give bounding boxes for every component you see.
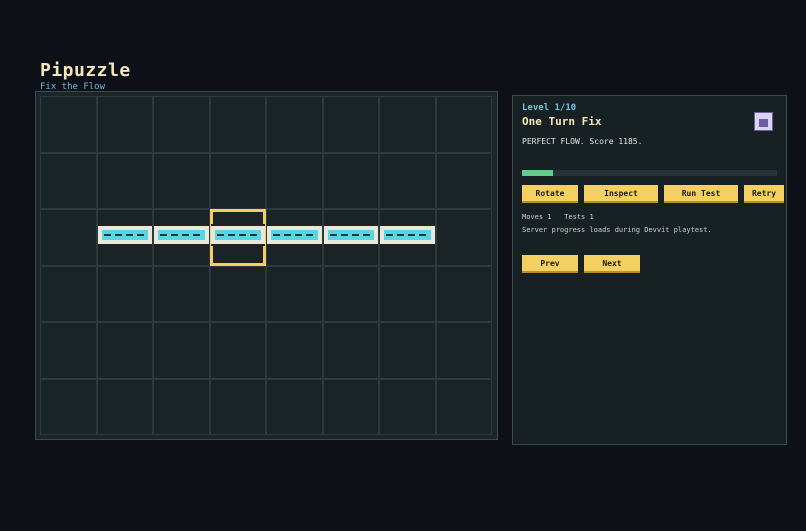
grid-cell[interactable] [209, 152, 266, 209]
selected-grid-cell[interactable] [209, 209, 266, 266]
status-message: PERFECT FLOW. Score 1185. [522, 137, 643, 146]
progress-bar [522, 170, 777, 176]
grid-cell[interactable] [209, 96, 266, 153]
grid-cell[interactable] [379, 378, 436, 435]
prev-button[interactable]: Prev [522, 255, 578, 271]
next-button[interactable]: Next [584, 255, 640, 271]
robot-avatar-icon [754, 112, 773, 131]
grid-cell[interactable] [96, 322, 153, 379]
straight-pipe-tile [97, 224, 152, 246]
grid-cell[interactable] [40, 378, 97, 435]
grid-cell[interactable] [96, 209, 153, 266]
grid-cell[interactable] [96, 265, 153, 322]
grid-cell[interactable] [266, 322, 323, 379]
grid-cell[interactable] [96, 96, 153, 153]
level-name: One Turn Fix [522, 115, 602, 128]
grid-cell[interactable] [435, 265, 492, 322]
grid-cell[interactable] [379, 322, 436, 379]
grid-cell[interactable] [322, 96, 379, 153]
side-panel: Level 1/10 One Turn Fix PERFECT FLOW. Sc… [512, 95, 787, 445]
grid-cell[interactable] [266, 378, 323, 435]
grid-cell[interactable] [40, 322, 97, 379]
grid-cell[interactable] [153, 322, 210, 379]
grid-cell[interactable] [40, 152, 97, 209]
grid-cell[interactable] [322, 322, 379, 379]
grid-cell[interactable] [40, 96, 97, 153]
grid-cell[interactable] [153, 378, 210, 435]
server-note: Server progress loads during Devvit play… [522, 226, 712, 234]
progress-fill [522, 170, 553, 176]
grid-cell[interactable] [435, 152, 492, 209]
grid-cell[interactable] [379, 96, 436, 153]
grid-cell[interactable] [96, 152, 153, 209]
grid-cell[interactable] [96, 378, 153, 435]
grid-cell[interactable] [322, 265, 379, 322]
retry-button[interactable]: Retry [744, 185, 784, 201]
puzzle-board [35, 91, 498, 440]
grid-cell[interactable] [209, 322, 266, 379]
grid-cell[interactable] [322, 209, 379, 266]
grid-cell[interactable] [40, 209, 97, 266]
grid-cell[interactable] [153, 96, 210, 153]
grid-cell[interactable] [435, 322, 492, 379]
tests-count: Tests 1 [564, 213, 594, 221]
grid-cell[interactable] [379, 265, 436, 322]
straight-pipe-tile [210, 224, 265, 246]
grid-cell[interactable] [435, 378, 492, 435]
grid-cell[interactable] [322, 378, 379, 435]
game-title: Pipuzzle [40, 60, 131, 81]
straight-pipe-tile [154, 224, 209, 246]
run-test-button[interactable]: Run Test [664, 185, 738, 201]
grid-cell[interactable] [153, 265, 210, 322]
grid-cell[interactable] [266, 152, 323, 209]
moves-count: Moves 1 [522, 213, 552, 221]
grid-cell[interactable] [379, 152, 436, 209]
grid-cell[interactable] [266, 96, 323, 153]
grid-cell[interactable] [40, 265, 97, 322]
grid-cell[interactable] [266, 209, 323, 266]
puzzle-grid [40, 96, 492, 435]
grid-cell[interactable] [266, 265, 323, 322]
grid-cell[interactable] [209, 265, 266, 322]
grid-cell[interactable] [322, 152, 379, 209]
stats-line: Moves 1 Tests 1 [522, 213, 594, 221]
grid-cell[interactable] [435, 209, 492, 266]
straight-pipe-tile [380, 224, 435, 246]
grid-cell[interactable] [153, 209, 210, 266]
grid-cell[interactable] [379, 209, 436, 266]
grid-cell[interactable] [435, 96, 492, 153]
straight-pipe-tile [267, 224, 322, 246]
inspect-button[interactable]: Inspect [584, 185, 658, 201]
grid-cell[interactable] [209, 378, 266, 435]
rotate-button[interactable]: Rotate [522, 185, 578, 201]
grid-cell[interactable] [153, 152, 210, 209]
straight-pipe-tile [323, 224, 378, 246]
level-indicator: Level 1/10 [522, 103, 577, 113]
